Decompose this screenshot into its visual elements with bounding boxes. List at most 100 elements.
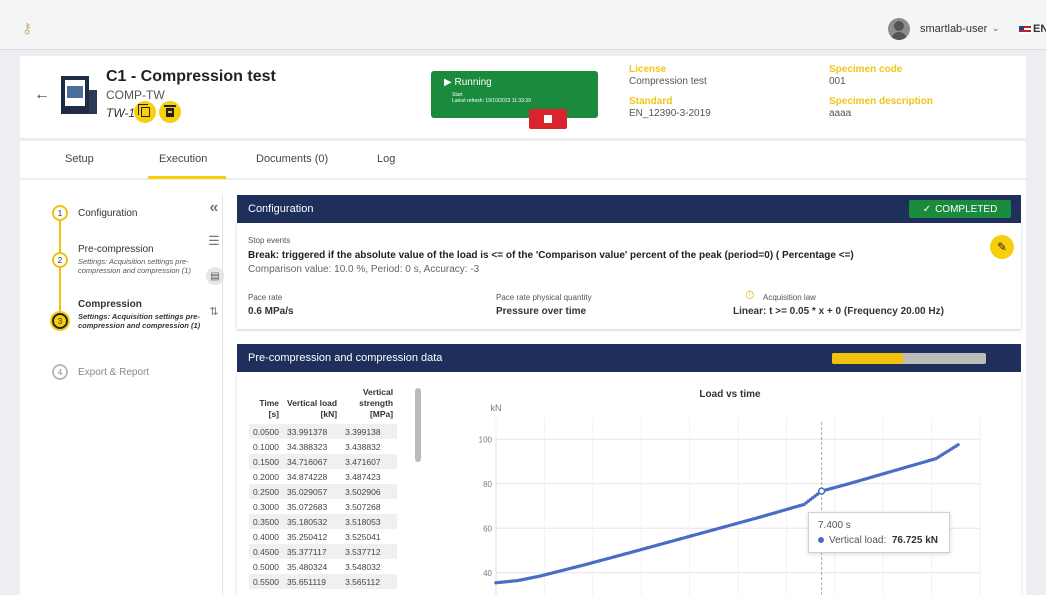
table-cell: 33.991378 [283,424,342,439]
delete-button[interactable] [159,101,181,123]
step-compression-desc: Settings: Acquisition settings pre-compr… [78,312,201,330]
step-3-circle: 3 [52,313,68,329]
test-code: COMP-TW [106,88,165,102]
table-cell: 3.537712 [341,544,398,559]
col-header-load[interactable]: Vertical load [kN] [283,387,341,424]
chart-title: Load vs time [699,389,761,400]
chevron-down-icon[interactable]: ⌄ [992,23,1000,34]
top-bar: ⚷ smartlab-user ⌄ EN [0,0,1046,50]
pace-qty-value: Pressure over time [496,306,587,317]
table-cell: 3.565112 [341,574,398,589]
table-cell: 3.502906 [341,484,398,499]
step-export-report[interactable]: Export & Report [78,367,149,378]
progress-fill [832,353,903,364]
table-cell: 0.5000 [253,561,279,572]
hover-point [817,487,826,495]
list-icon[interactable]: ☰ [204,233,224,249]
step-pre-compression[interactable]: Pre-compression [78,244,154,255]
tab-execution[interactable]: Execution [159,153,207,165]
table-cell: 0.0500 [249,424,283,439]
col-header-strength[interactable]: Vertical strength [MPa] [341,387,397,424]
table-cell: 3.487423 [345,471,381,482]
back-arrow-icon[interactable]: ← [34,86,50,104]
step-compression[interactable]: Compression [78,299,142,310]
user-avatar-icon[interactable] [888,18,910,40]
table-cell: 34.716067 [283,454,342,469]
tooltip-time: 7.400 s [818,520,851,531]
collapse-icon[interactable]: « [204,199,224,217]
table-row[interactable]: 0.1000 34.388323 3.438832 [249,439,397,454]
data-section-title: Pre-compression and compression data [248,352,443,364]
configuration-title: Configuration [248,203,314,215]
col-header-time[interactable]: Time [s] [249,387,283,424]
step-pre-compression-desc: Settings: Acquisition settings pre-compr… [78,257,191,275]
check-icon: ✓ [922,203,932,215]
test-title: C1 - Compression test [106,68,276,85]
stopwatch-icon: ⏱ [745,288,755,302]
step-2-circle: 2 [52,252,68,268]
running-status: ▶ Running Start Latest refresh: 19/10/20… [431,71,598,118]
table-row[interactable]: 0.2500 35.029057 3.502906 [249,484,398,499]
sidebar-divider [222,195,223,595]
y-tick-label: 100 [479,435,493,444]
table-cell: 3.399138 [341,424,398,439]
edit-button[interactable]: ✎ [990,235,1014,259]
table-row[interactable]: 0.4000 35.250412 3.525041 [249,529,397,544]
table-cell: 35.651119 [283,574,342,589]
table-cell: 3.507268 [345,501,381,512]
table-row[interactable]: 0.3000 35.072683 3.507268 [249,499,397,514]
step-configuration[interactable]: Configuration [78,208,137,219]
copy-button[interactable] [134,101,156,123]
table-cell: 0.3500 [249,514,283,529]
table-cell: 35.180532 [283,514,342,529]
chart-tooltip: 7.400 s Vertical load: 76.725 kN [808,512,950,553]
table-cell: 0.4000 [253,531,279,542]
trash-icon [164,104,176,117]
table-cell: 35.072683 [287,501,328,512]
language-selector[interactable]: EN [1033,23,1046,35]
table-cell: 34.388323 [287,441,328,452]
step-connector [59,220,61,255]
specimen-code-value: 001 [829,76,846,87]
y-tick-label: 80 [483,480,492,489]
table-row[interactable]: 0.0500 33.991378 3.399138 [249,424,398,439]
completed-badge: ✓ COMPLETED [909,200,1011,218]
table-scrollbar[interactable] [415,388,421,462]
user-name[interactable]: smartlab-user [920,23,987,35]
table-row[interactable]: 0.5000 35.480324 3.548032 [249,559,397,574]
sort-icon[interactable]: ⇅ [204,305,224,318]
table-row[interactable]: 0.4500 35.377117 3.537712 [249,544,398,559]
latest-refresh: Latest refresh: 19/10/2023 11:33:39 [452,98,531,104]
table-row[interactable]: 0.2000 34.874228 3.487423 [249,469,397,484]
pencil-icon: ✎ [996,240,1008,254]
load-vs-time-chart[interactable]: Load vs time kN 40 60 80 100 [440,382,1000,595]
tab-documents[interactable]: Documents (0) [256,153,328,165]
y-tick-label: 40 [483,569,492,578]
table-cell: 0.3000 [253,501,279,512]
specimen-desc-label: Specimen description [829,96,933,107]
table-cell: 3.518053 [341,514,398,529]
tab-setup[interactable]: Setup [65,153,94,165]
table-row[interactable]: 0.1500 34.716067 3.471607 [249,454,398,469]
test-tw: TW-1 [106,106,136,120]
key-icon[interactable]: ⚷ [22,20,32,37]
table-row[interactable]: 0.3500 35.180532 3.518053 [249,514,398,529]
tab-log[interactable]: Log [377,153,395,165]
step-4-circle: 4 [52,364,68,380]
data-section-header: Pre-compression and compression data [237,344,1021,372]
acq-law-label: Acquisition law [763,293,816,302]
stop-event-text: Break: triggered if the absolute value o… [248,250,854,261]
running-label: ▶ Running [444,77,492,88]
flag-icon[interactable] [1019,26,1031,34]
table-cell: 0.1500 [249,454,283,469]
stop-event-detail: Comparison value: 10.0 %, Period: 0 s, A… [248,264,480,275]
table-cell: 0.5500 [249,574,283,589]
table-row[interactable]: 0.5500 35.651119 3.565112 [249,574,398,589]
table-cell: 34.874228 [287,471,328,482]
step-1-circle: 1 [52,205,68,221]
table-cell: 0.4500 [249,544,283,559]
y-axis-label: kN [491,403,502,413]
table-cell: 35.377117 [283,544,342,559]
step-connector [59,268,61,311]
stop-button[interactable] [529,109,567,129]
